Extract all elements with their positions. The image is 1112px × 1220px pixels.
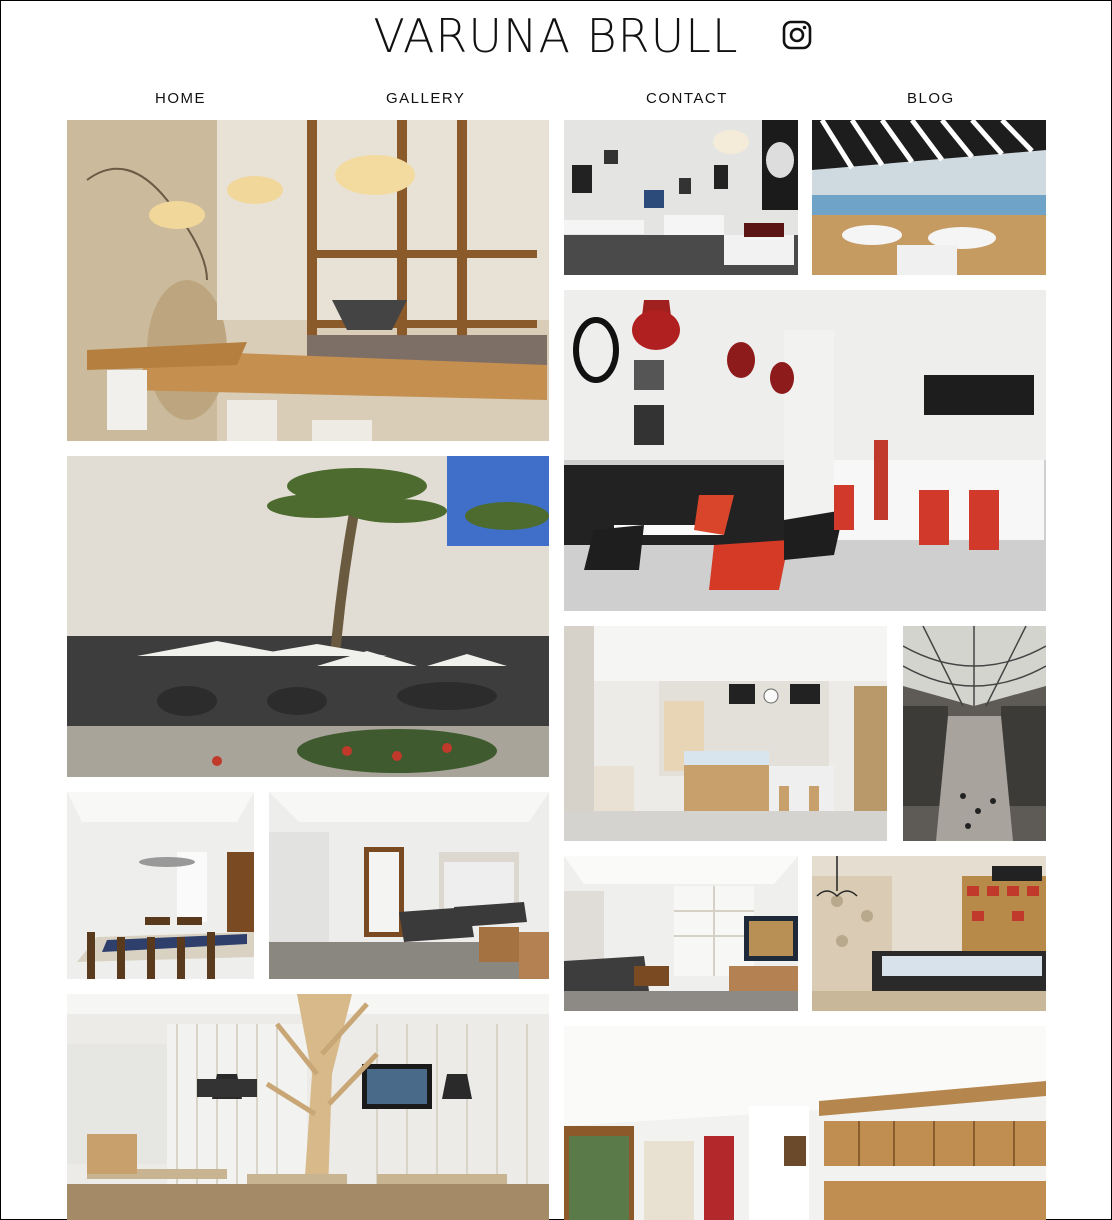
nav-gallery[interactable]: GALLERY <box>386 90 465 107</box>
photo-dining-framed[interactable] <box>564 120 798 275</box>
photo-bakery-counter[interactable] <box>564 626 887 841</box>
photo-palm-plaza[interactable] <box>67 456 549 777</box>
photo-glass-arcade[interactable] <box>903 626 1046 841</box>
photo-restaurant-mural[interactable] <box>67 120 549 441</box>
nav-blog[interactable]: BLOG <box>907 90 955 107</box>
photo-deli-shop[interactable] <box>812 856 1046 1011</box>
instagram-icon[interactable] <box>781 19 813 51</box>
photo-living-sofas[interactable] <box>269 792 549 979</box>
photo-living-shelves[interactable] <box>564 856 798 1011</box>
photo-rustic-kitchen[interactable] <box>564 1026 1046 1220</box>
photo-cafeteria-red[interactable] <box>564 290 1046 611</box>
photo-seaside-terrace[interactable] <box>812 120 1046 275</box>
nav-contact[interactable]: CONTACT <box>646 90 728 107</box>
photo-restaurant-tree[interactable] <box>67 994 549 1220</box>
site-title[interactable]: VARUNA BRULL <box>0 8 1112 64</box>
photo-dining-blue-runner[interactable] <box>67 792 254 979</box>
nav-home[interactable]: HOME <box>155 90 206 107</box>
